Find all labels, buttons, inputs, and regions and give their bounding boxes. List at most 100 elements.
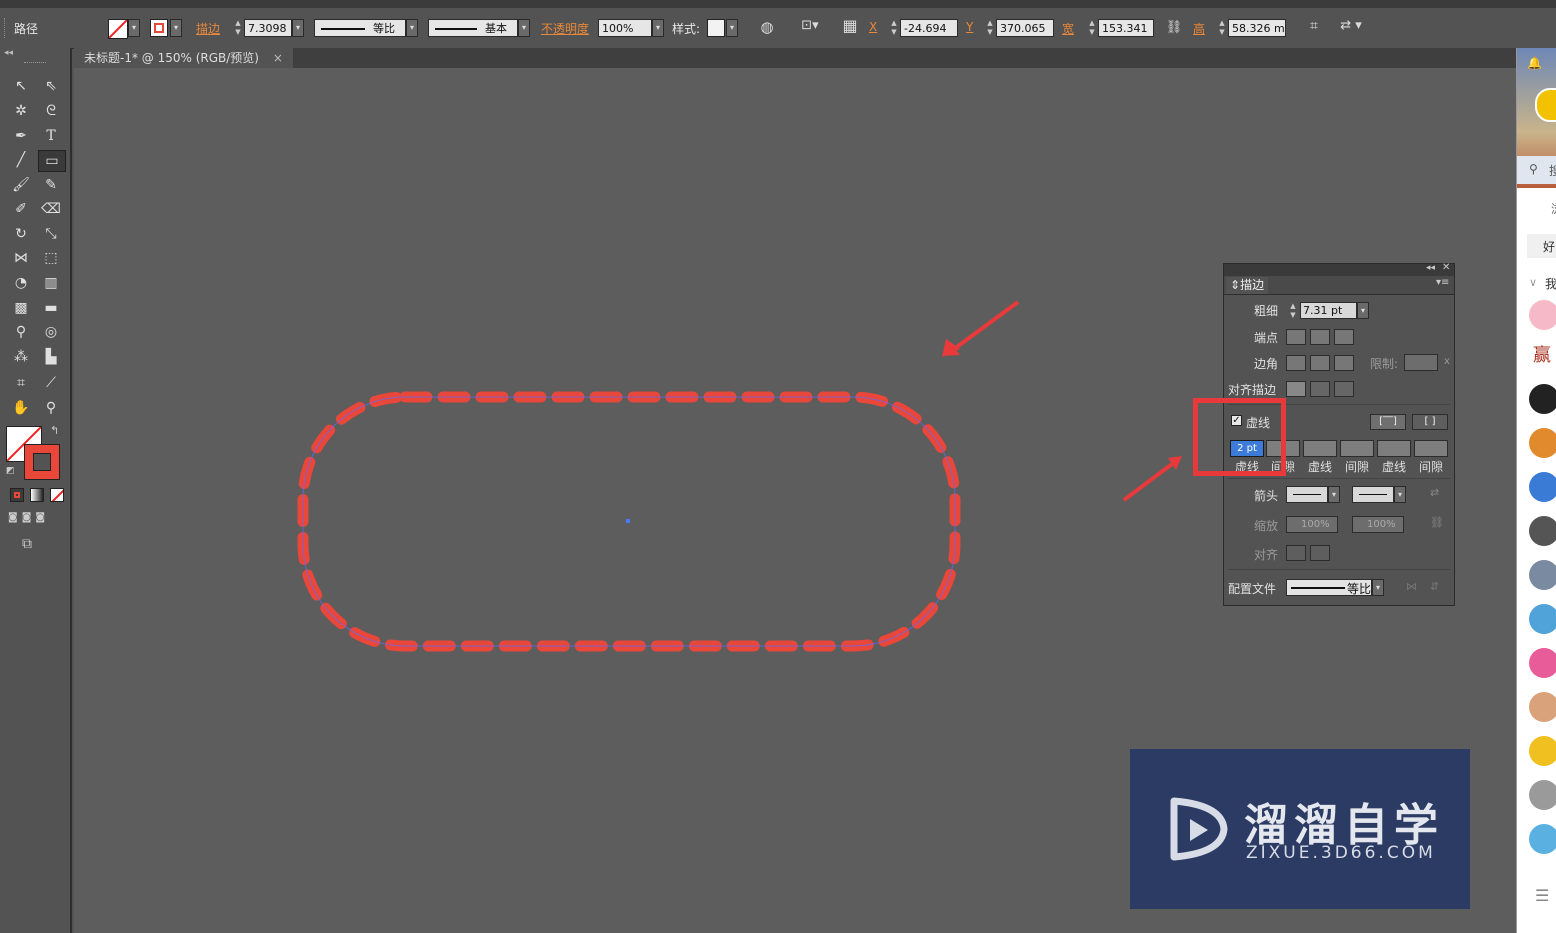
x-spinner[interactable]: ▲ ▼ (889, 19, 899, 37)
stroke-weight-dropdown[interactable]: ▾ (292, 19, 304, 37)
constrain-link-icon[interactable]: ⛓ (1164, 20, 1184, 38)
end-arrowhead-select[interactable] (1352, 486, 1394, 503)
stroke-swatch[interactable] (150, 19, 168, 37)
contact-avatar[interactable] (1529, 428, 1556, 458)
slice-tool-icon[interactable]: ⟋ (40, 373, 62, 393)
contact-avatar[interactable] (1529, 560, 1556, 590)
magic-wand-tool-icon[interactable]: ✲ (10, 101, 32, 121)
reference-point-icon[interactable]: ▦ (840, 16, 860, 38)
butt-cap-button[interactable] (1286, 329, 1306, 345)
panel-options-icon[interactable]: ▾≡ (1436, 277, 1449, 288)
perspective-grid-tool-icon[interactable]: ▥ (40, 273, 62, 293)
contact-avatar[interactable] (1529, 692, 1556, 722)
align-dash-corners-button[interactable]: [ ] (1412, 414, 1448, 430)
close-tab-icon[interactable]: × (273, 51, 283, 65)
style-swatch[interactable] (707, 19, 725, 37)
projecting-cap-button[interactable] (1334, 329, 1354, 345)
chat-tab[interactable]: 浏 (1551, 200, 1556, 217)
profile-dropdown[interactable]: ▾ (406, 19, 418, 37)
gap-2-input[interactable] (1340, 440, 1374, 457)
stroke-weight-spinner[interactable]: ▲ ▼ (233, 19, 243, 37)
flip-across-icon[interactable]: ⇵ (1430, 580, 1439, 593)
eyedropper-tool-icon[interactable]: ⚲ (10, 322, 32, 342)
contact-avatar[interactable]: 赢 (1533, 341, 1551, 367)
contact-avatar[interactable] (1529, 780, 1556, 810)
collapse-panel-icon[interactable]: ◂◂ (1426, 263, 1435, 273)
eraser-tool-icon[interactable]: ⌫ (40, 199, 62, 219)
opacity-input[interactable]: 100% (598, 19, 652, 37)
profile-select-dropdown[interactable]: ▾ (1372, 579, 1384, 596)
contact-avatar[interactable] (1529, 604, 1556, 634)
x-input[interactable]: -24.694 (900, 19, 958, 37)
end-arrowhead-dropdown[interactable]: ▾ (1394, 486, 1406, 503)
blob-brush-tool-icon[interactable]: ✐ (10, 199, 32, 219)
screen-mode-icon[interactable]: ⧉ (22, 536, 32, 552)
y-input[interactable]: 370.065 (996, 19, 1054, 37)
stroke-dropdown[interactable]: ▾ (170, 19, 182, 37)
artboard-tool-icon[interactable]: ⌗ (10, 373, 32, 393)
flip-along-icon[interactable]: ⋈ (1406, 580, 1417, 593)
scale-tool-icon[interactable]: ⤡ (40, 224, 62, 244)
shape-builder-tool-icon[interactable]: ◔ (10, 273, 32, 293)
contact-avatar[interactable] (1529, 472, 1556, 502)
arrow-tip-beyond-button[interactable] (1286, 545, 1306, 561)
pen-tool-icon[interactable]: ✒ (10, 126, 32, 146)
gradient-mode-button[interactable] (30, 488, 44, 502)
draw-modes-icon[interactable]: ◙◙◙ (8, 512, 66, 526)
y-spinner[interactable]: ▲ ▼ (985, 19, 995, 37)
gap-3-input[interactable] (1414, 440, 1448, 457)
arrow-tip-at-end-button[interactable] (1310, 545, 1330, 561)
opacity-label[interactable]: 不透明度 (541, 20, 589, 37)
weight-dropdown[interactable]: ▾ (1357, 302, 1369, 319)
stroke-label[interactable]: 描边 (196, 20, 220, 37)
document-tab[interactable]: 未标题-1* @ 150% (RGB/预览) × (74, 48, 293, 68)
variable-width-profile[interactable]: 等比 (314, 19, 406, 37)
selection-tool-icon[interactable]: ↖ (10, 76, 32, 96)
start-arrowhead-dropdown[interactable]: ▾ (1328, 486, 1340, 503)
contact-avatar[interactable] (1529, 648, 1556, 678)
swap-arrowheads-icon[interactable]: ⇄ (1430, 486, 1439, 499)
group-chevron-icon[interactable]: ∨ (1529, 276, 1537, 289)
mesh-tool-icon[interactable]: ▩ (10, 298, 32, 318)
pencil-tool-icon[interactable]: ✎ (40, 175, 62, 195)
miter-join-button[interactable] (1286, 355, 1306, 371)
start-scale-input[interactable]: 100% (1286, 516, 1338, 533)
chat-search-bar[interactable]: ⚲ 搜 (1517, 156, 1556, 184)
height-input[interactable]: 58.326 mm (1228, 19, 1286, 37)
end-scale-input[interactable]: 100% (1352, 516, 1404, 533)
stroke-weight-input[interactable]: 7.3098 (244, 19, 292, 37)
lasso-tool-icon[interactable]: ᘓ (40, 101, 62, 121)
preserve-dash-button[interactable]: [‾‾] (1370, 414, 1406, 430)
selection-options-icon[interactable]: ⊡▾ (796, 18, 824, 38)
brush-definition[interactable]: 基本 (428, 19, 518, 37)
fill-dropdown[interactable]: ▾ (128, 19, 140, 37)
opacity-dropdown[interactable]: ▾ (652, 19, 664, 37)
collapse-toolbar-icon[interactable]: ◂◂ (4, 48, 13, 58)
brush-dropdown[interactable]: ▾ (518, 19, 530, 37)
transform-icon[interactable]: ⌗ (1304, 18, 1324, 38)
start-arrowhead-select[interactable] (1286, 486, 1328, 503)
contact-avatar[interactable] (1529, 516, 1556, 546)
fill-swatch[interactable] (108, 19, 128, 39)
column-graph-tool-icon[interactable]: ▙ (40, 347, 62, 367)
zoom-tool-icon[interactable]: ⚲ (40, 398, 62, 418)
blend-tool-icon[interactable]: ◎ (40, 322, 62, 342)
none-mode-button[interactable] (50, 488, 64, 502)
contact-avatar[interactable] (1529, 824, 1556, 854)
control-bar-grip[interactable] (4, 18, 8, 38)
direct-selection-tool-icon[interactable]: ⇖ (40, 76, 62, 96)
close-panel-icon[interactable]: ✕ (1442, 262, 1450, 273)
limit-input[interactable] (1404, 354, 1438, 371)
width-input[interactable]: 153.341 (1098, 19, 1154, 37)
bevel-join-button[interactable] (1334, 355, 1354, 371)
color-mode-button[interactable] (10, 488, 24, 502)
profile-select[interactable]: 等比 (1286, 579, 1372, 596)
rounded-rectangle-tool-icon[interactable]: ▭ (38, 150, 66, 172)
width-spinner[interactable]: ▲ ▼ (1087, 19, 1097, 37)
bell-icon[interactable]: 🔔 (1527, 56, 1542, 70)
gradient-tool-icon[interactable]: ▬ (40, 298, 62, 318)
width-tool-icon[interactable]: ⋈ (10, 248, 32, 268)
stroke-color-box[interactable] (24, 444, 60, 480)
type-tool-icon[interactable]: T (40, 126, 62, 146)
weight-spinner[interactable]: ▲ ▼ (1288, 302, 1298, 320)
